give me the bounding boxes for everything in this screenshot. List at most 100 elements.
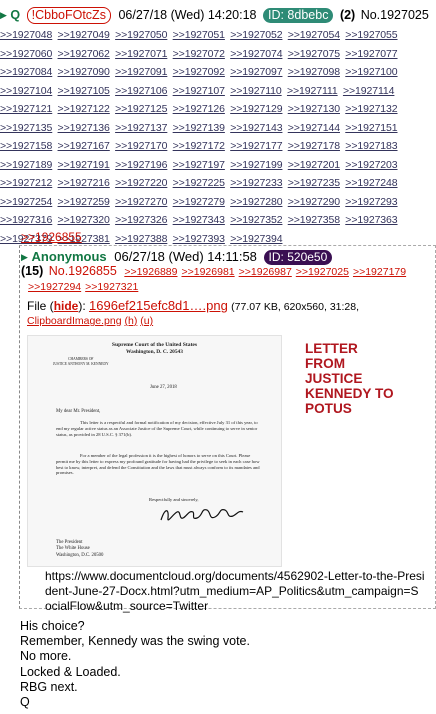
post-number[interactable]: No.1927025 xyxy=(361,8,429,22)
reply-link[interactable]: >>1927052 xyxy=(230,29,282,41)
reply-link[interactable]: >>1927290 xyxy=(288,196,340,208)
reply-link[interactable]: >>1927091 xyxy=(115,66,167,78)
reply-link[interactable]: >>1927054 xyxy=(288,29,340,41)
original-filename-link[interactable]: ClipboardImage.png xyxy=(27,315,122,327)
reply-link[interactable]: >>1927060 xyxy=(0,48,52,60)
reply-link[interactable]: >>1927126 xyxy=(173,103,225,115)
reply-link[interactable]: >>1927136 xyxy=(58,122,110,134)
reply-link[interactable]: >>1927125 xyxy=(115,103,167,115)
reply-link[interactable]: >>1927111 xyxy=(287,85,338,97)
reply-link[interactable]: >>1927104 xyxy=(0,85,52,97)
reply-link[interactable]: >>1927074 xyxy=(230,48,282,60)
reply-link[interactable]: >>1927132 xyxy=(345,103,397,115)
reply-link[interactable]: >>1927090 xyxy=(58,66,110,78)
reply-link[interactable]: >>1927139 xyxy=(173,122,225,134)
reply-link[interactable]: >>1927050 xyxy=(115,29,167,41)
reply-link[interactable]: >>1927220 xyxy=(115,177,167,189)
quoted-reply-link[interactable]: >>1927294 xyxy=(28,281,81,293)
reply-link[interactable]: >>1927280 xyxy=(230,196,282,208)
reply-link[interactable]: >>1927388 xyxy=(115,233,167,245)
u-link[interactable]: (u) xyxy=(140,315,153,327)
reply-link[interactable]: >>1927352 xyxy=(230,214,282,226)
quoted-reply-link[interactable]: >>1926981 xyxy=(181,266,234,278)
reply-link[interactable]: >>1927212 xyxy=(0,177,52,189)
reply-link[interactable]: >>1927270 xyxy=(115,196,167,208)
reply-link[interactable]: >>1927072 xyxy=(173,48,225,60)
reply-link[interactable]: >>1927049 xyxy=(58,29,110,41)
reply-link[interactable]: >>1927203 xyxy=(345,159,397,171)
post-number[interactable]: No.1926855 xyxy=(49,264,117,278)
reply-link[interactable]: >>1927279 xyxy=(173,196,225,208)
reply-link[interactable]: >>1927167 xyxy=(58,140,110,152)
reply-link[interactable]: >>1927225 xyxy=(173,177,225,189)
reply-link[interactable]: >>1927189 xyxy=(0,159,52,171)
reply-link[interactable]: >>1927075 xyxy=(288,48,340,60)
quote-link[interactable]: >>1926855 xyxy=(21,230,82,244)
poster-id-badge[interactable]: ID: 8dbebc xyxy=(262,8,334,23)
reply-link[interactable]: >>1927092 xyxy=(173,66,225,78)
reply-link[interactable]: >>1927100 xyxy=(345,66,397,78)
poster-id-badge[interactable]: ID: 520e50 xyxy=(263,250,333,265)
reply-link[interactable]: >>1927097 xyxy=(230,66,282,78)
post-arrow-icon[interactable]: ▶ xyxy=(21,252,28,262)
reply-link[interactable]: >>1927055 xyxy=(345,29,397,41)
reply-link[interactable]: >>1927170 xyxy=(115,140,167,152)
reply-link[interactable]: >>1927394 xyxy=(230,233,282,245)
reply-link[interactable]: >>1927121 xyxy=(0,103,52,115)
reply-link[interactable]: >>1927172 xyxy=(173,140,225,152)
reply-link[interactable]: >>1927151 xyxy=(345,122,397,134)
reply-link[interactable]: >>1927233 xyxy=(230,177,282,189)
reply-link[interactable]: >>1927197 xyxy=(173,159,225,171)
reply-link[interactable]: >>1927084 xyxy=(0,66,52,78)
quoted-reply-link[interactable]: >>1927179 xyxy=(353,266,406,278)
h-link[interactable]: (h) xyxy=(124,315,137,327)
reply-link[interactable]: >>1927248 xyxy=(345,177,397,189)
reply-link[interactable]: >>1927191 xyxy=(58,159,110,171)
reply-link[interactable]: >>1927105 xyxy=(58,85,110,97)
reply-link[interactable]: >>1927199 xyxy=(230,159,282,171)
hide-file-link[interactable]: hide xyxy=(54,299,79,313)
quoted-reply-link[interactable]: >>1927321 xyxy=(85,281,138,293)
reply-link[interactable]: >>1927071 xyxy=(115,48,167,60)
reply-link[interactable]: >>1927114 xyxy=(343,85,395,97)
reply-link[interactable]: >>1927106 xyxy=(115,85,167,97)
quoted-reply-link[interactable]: >>1927025 xyxy=(296,266,349,278)
reply-link[interactable]: >>1927143 xyxy=(230,122,282,134)
reply-link[interactable]: >>1927196 xyxy=(115,159,167,171)
quoted-reply-link[interactable]: >>1926889 xyxy=(124,266,177,278)
reply-link[interactable]: >>1927358 xyxy=(288,214,340,226)
reply-link[interactable]: >>1927144 xyxy=(288,122,340,134)
reply-link[interactable]: >>1927177 xyxy=(230,140,282,152)
reply-link[interactable]: >>1927343 xyxy=(173,214,225,226)
reply-link[interactable]: >>1927130 xyxy=(288,103,340,115)
reply-link[interactable]: >>1927110 xyxy=(230,85,282,97)
reply-link[interactable]: >>1927062 xyxy=(58,48,110,60)
reply-link[interactable]: >>1927320 xyxy=(58,214,110,226)
reply-link[interactable]: >>1927216 xyxy=(58,177,110,189)
reply-link[interactable]: >>1927107 xyxy=(173,85,225,97)
reply-link[interactable]: >>1927051 xyxy=(173,29,225,41)
reply-link[interactable]: >>1927235 xyxy=(288,177,340,189)
reply-link[interactable]: >>1927201 xyxy=(288,159,340,171)
reply-link[interactable]: >>1927137 xyxy=(115,122,167,134)
letter-image[interactable]: Supreme Court of the United States Washi… xyxy=(27,335,282,567)
reply-link[interactable]: >>1927048 xyxy=(0,29,52,41)
reply-link[interactable]: >>1927183 xyxy=(345,140,397,152)
reply-link[interactable]: >>1927393 xyxy=(173,233,225,245)
reply-link[interactable]: >>1927363 xyxy=(345,214,397,226)
reply-link[interactable]: >>1927158 xyxy=(0,140,52,152)
reply-link[interactable]: >>1927293 xyxy=(345,196,397,208)
reply-link[interactable]: >>1927316 xyxy=(0,214,52,226)
reply-link[interactable]: >>1927077 xyxy=(345,48,397,60)
reply-link[interactable]: >>1927254 xyxy=(0,196,52,208)
reply-link[interactable]: >>1927129 xyxy=(230,103,282,115)
quoted-reply-link[interactable]: >>1926987 xyxy=(239,266,292,278)
reply-link[interactable]: >>1927326 xyxy=(115,214,167,226)
reply-link[interactable]: >>1927122 xyxy=(58,103,110,115)
file-name-link[interactable]: 1696ef215efc8d1….png xyxy=(89,298,228,313)
reply-link[interactable]: >>1927135 xyxy=(0,122,52,134)
reply-link[interactable]: >>1927178 xyxy=(288,140,340,152)
post-arrow-icon[interactable]: ▶ xyxy=(0,10,7,20)
reply-link[interactable]: >>1927098 xyxy=(288,66,340,78)
reply-link[interactable]: >>1927259 xyxy=(58,196,110,208)
